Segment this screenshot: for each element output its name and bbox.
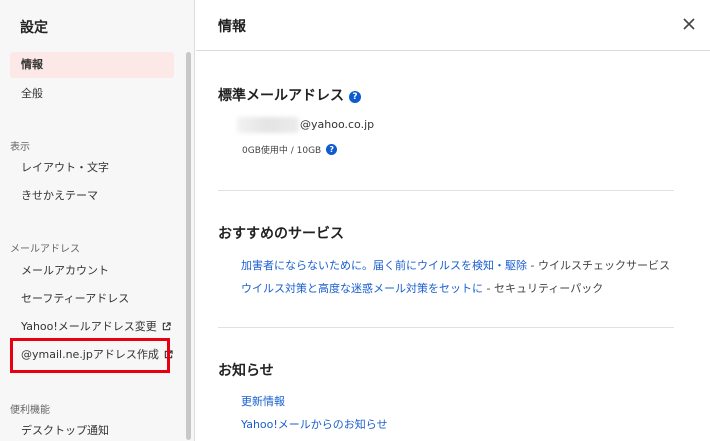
info-panel: 情報 標準メールアドレス? @yahoo.co.jp 0GB使用中 / 10GB…: [196, 0, 710, 441]
help-icon[interactable]: ?: [349, 91, 361, 103]
service-name: - セキュリティーパック: [483, 282, 604, 295]
sidebar-section-display: 表示: [10, 142, 30, 153]
sidebar-title: 設定: [20, 20, 48, 36]
sidebar-item-theme[interactable]: きせかえテーマ: [10, 183, 174, 209]
sidebar-scrollbar[interactable]: [186, 52, 191, 440]
security-pack-link[interactable]: ウイルス対策と高度な迷惑メール対策をセットに: [241, 282, 483, 295]
update-info-link[interactable]: 更新情報: [241, 393, 285, 409]
default-address-heading: 標準メールアドレス?: [218, 85, 361, 105]
recommended-heading: おすすめのサービス: [218, 226, 344, 242]
email-domain: @yahoo.co.jp: [300, 118, 375, 131]
sidebar-item-desktop-notify[interactable]: デスクトップ通知: [10, 418, 174, 441]
masked-email-user: [237, 117, 299, 133]
service-item: 加害者にならないために。届く前にウイルスを検知・駆除 - ウイルスチェックサービ…: [241, 257, 670, 273]
sidebar-item-mail-account[interactable]: メールアカウント: [10, 258, 174, 284]
notices-heading: お知らせ: [218, 363, 274, 379]
sidebar-item-info[interactable]: 情報: [10, 52, 174, 78]
heading-label: 標準メールアドレス: [218, 88, 344, 104]
close-icon[interactable]: [681, 16, 697, 32]
service-item: ウイルス対策と高度な迷惑メール対策をセットに - セキュリティーパック: [241, 280, 603, 296]
help-icon[interactable]: ?: [326, 144, 338, 155]
divider: [218, 190, 674, 191]
external-link-icon: [162, 322, 171, 331]
page-title: 情報: [218, 19, 246, 35]
sidebar-item-layout-text[interactable]: レイアウト・文字: [10, 155, 174, 181]
divider: [218, 327, 674, 328]
virus-check-link[interactable]: 加害者にならないために。届く前にウイルスを検知・駆除: [241, 259, 527, 272]
panel-header: 情報: [196, 0, 710, 51]
sidebar-section-utilities: 便利機能: [10, 405, 50, 416]
sidebar-section-mail-address: メールアドレス: [10, 244, 80, 255]
yahoo-mail-news-link[interactable]: Yahoo!メールからのお知らせ: [241, 416, 388, 432]
sidebar-item-safety-address[interactable]: セーフティーアドレス: [10, 286, 174, 312]
storage-usage: 0GB使用中 / 10GB?: [242, 143, 338, 156]
sidebar-item-general[interactable]: 全般: [10, 81, 174, 107]
usage-text: 0GB使用中 / 10GB: [242, 146, 322, 156]
sidebar-item-label: Yahoo!メールアドレス変更: [21, 320, 157, 333]
sidebar-item-change-address[interactable]: Yahoo!メールアドレス変更: [10, 314, 174, 340]
highlight-box: [10, 338, 170, 373]
settings-sidebar: 設定 情報 全般 表示 レイアウト・文字 きせかえテーマ メールアドレス メール…: [0, 0, 195, 441]
service-name: - ウイルスチェックサービス: [527, 259, 670, 272]
